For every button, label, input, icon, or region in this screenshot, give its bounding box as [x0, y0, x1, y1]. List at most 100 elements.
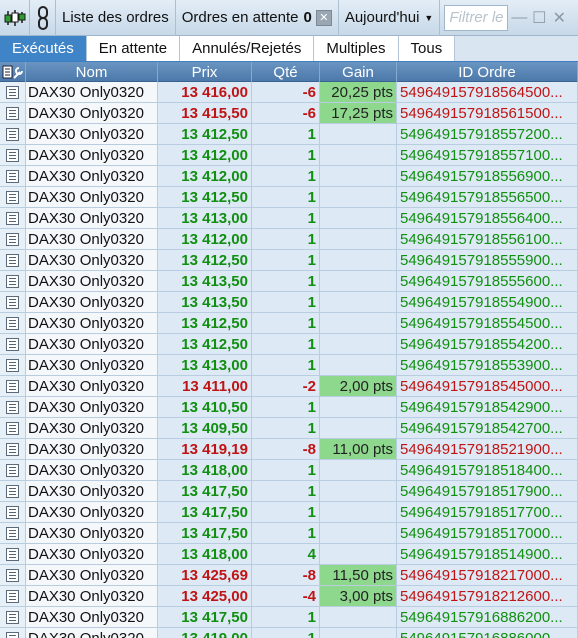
column-settings-icon[interactable]	[0, 62, 26, 82]
order-name: DAX30 Only0320	[26, 439, 158, 459]
order-price: 13 412,00	[158, 145, 252, 165]
order-detail-icon[interactable]	[0, 523, 26, 543]
table-row[interactable]: DAX30 Only0320 13 425,00 -4 3,00 pts 5496491…	[0, 586, 578, 607]
order-gain	[320, 145, 397, 165]
order-price: 13 413,50	[158, 292, 252, 312]
table-row[interactable]: DAX30 Only0320 13 412,50 1 5496491579185542…	[0, 334, 578, 355]
order-detail-icon[interactable]	[0, 376, 26, 396]
order-detail-icon[interactable]	[0, 397, 26, 417]
order-detail-icon[interactable]	[0, 229, 26, 249]
order-detail-icon[interactable]	[0, 292, 26, 312]
table-row[interactable]: DAX30 Only0320 13 417,50 1 5496491579168862…	[0, 607, 578, 628]
table-row[interactable]: DAX30 Only0320 13 425,69 -8 11,50 pts 549649…	[0, 565, 578, 586]
close-icon[interactable]: ✕	[315, 9, 332, 26]
order-detail-icon[interactable]	[0, 103, 26, 123]
order-quantity: 1	[252, 460, 320, 480]
order-detail-icon[interactable]	[0, 166, 26, 186]
order-detail-icon[interactable]	[0, 271, 26, 291]
period-dropdown[interactable]: Aujourd'hui ▼	[339, 0, 441, 36]
table-row[interactable]: DAX30 Only0320 13 419,19 -8 11,00 pts 549649…	[0, 439, 578, 460]
order-detail-icon[interactable]	[0, 460, 26, 480]
order-detail-icon[interactable]	[0, 82, 26, 102]
link-icon[interactable]	[30, 0, 56, 36]
column-header-quantity[interactable]: Qté	[252, 62, 320, 82]
table-row[interactable]: DAX30 Only0320 13 413,00 1 5496491579185564…	[0, 208, 578, 229]
order-detail-icon[interactable]	[0, 502, 26, 522]
tab-multiple[interactable]: Multiples	[314, 36, 399, 61]
order-detail-icon[interactable]	[0, 481, 26, 501]
order-gain: 11,00 pts	[320, 439, 397, 459]
order-detail-icon[interactable]	[0, 544, 26, 564]
order-gain	[320, 544, 397, 564]
table-row[interactable]: DAX30 Only0320 13 416,00 -6 20,25 pts 549649…	[0, 82, 578, 103]
table-row[interactable]: DAX30 Only0320 13 412,50 1 5496491579185572…	[0, 124, 578, 145]
order-id: 549649157918556900...	[397, 166, 578, 186]
tab-bar-fill	[455, 36, 578, 61]
order-detail-icon[interactable]	[0, 565, 26, 585]
order-detail-icon[interactable]	[0, 145, 26, 165]
order-gain	[320, 124, 397, 144]
maximize-icon[interactable]: ☐	[530, 9, 548, 27]
table-row[interactable]: DAX30 Only0320 13 409,50 1 5496491579185427…	[0, 418, 578, 439]
order-detail-icon[interactable]	[0, 187, 26, 207]
order-detail-icon[interactable]	[0, 313, 26, 333]
table-row[interactable]: DAX30 Only0320 13 412,00 1 5496491579185561…	[0, 229, 578, 250]
order-list-button[interactable]: Liste des ordres	[56, 0, 176, 36]
tab-all[interactable]: Tous	[398, 36, 456, 61]
order-status-tabs: Exécutés En attente Annulés/Rejetés Mult…	[0, 36, 578, 62]
order-name: DAX30 Only0320	[26, 376, 158, 396]
table-row[interactable]: DAX30 Only0320 13 412,00 1 5496491579185569…	[0, 166, 578, 187]
order-quantity: 1	[252, 628, 320, 638]
order-id: 549649157918561500...	[397, 103, 578, 123]
column-header-gain[interactable]: Gain	[320, 62, 397, 82]
table-row[interactable]: DAX30 Only0320 13 418,00 1 5496491579185184…	[0, 460, 578, 481]
order-detail-icon[interactable]	[0, 439, 26, 459]
table-row[interactable]: DAX30 Only0320 13 412,50 1 5496491579185565…	[0, 187, 578, 208]
tab-pending[interactable]: En attente	[86, 36, 181, 61]
order-gain	[320, 607, 397, 627]
chart-icon[interactable]	[0, 0, 30, 36]
table-row[interactable]: DAX30 Only0320 13 413,00 1 5496491579185539…	[0, 355, 578, 376]
order-price: 13 416,00	[158, 82, 252, 102]
filter-input[interactable]	[444, 4, 509, 31]
column-header-price[interactable]: Prix	[158, 62, 252, 82]
table-row[interactable]: DAX30 Only0320 13 417,50 1 5496491579185179…	[0, 481, 578, 502]
document-icon	[6, 148, 19, 162]
order-detail-icon[interactable]	[0, 124, 26, 144]
order-id: 549649157918556500...	[397, 187, 578, 207]
table-row[interactable]: DAX30 Only0320 13 411,00 -2 2,00 pts 5496491…	[0, 376, 578, 397]
window-close-icon[interactable]: ✕	[550, 9, 568, 27]
table-row[interactable]: DAX30 Only0320 13 418,00 4 5496491579185149…	[0, 544, 578, 565]
order-id: 549649157916886000...	[397, 628, 578, 638]
order-detail-icon[interactable]	[0, 208, 26, 228]
order-detail-icon[interactable]	[0, 607, 26, 627]
pending-orders-button[interactable]: Ordres en attente 0 ✕	[176, 0, 339, 36]
document-icon	[6, 547, 19, 561]
order-detail-icon[interactable]	[0, 355, 26, 375]
document-icon	[6, 463, 19, 477]
column-header-name[interactable]: Nom	[26, 62, 158, 82]
table-row[interactable]: DAX30 Only0320 13 410,50 1 5496491579185429…	[0, 397, 578, 418]
table-row[interactable]: DAX30 Only0320 13 413,50 1 5496491579185549…	[0, 292, 578, 313]
order-detail-icon[interactable]	[0, 250, 26, 270]
tab-cancelled-rejected[interactable]: Annulés/Rejetés	[180, 36, 315, 61]
order-detail-icon[interactable]	[0, 586, 26, 606]
table-row[interactable]: DAX30 Only0320 13 419,00 1 5496491579168860…	[0, 628, 578, 638]
order-detail-icon[interactable]	[0, 628, 26, 638]
table-row[interactable]: DAX30 Only0320 13 412,50 1 5496491579185559…	[0, 250, 578, 271]
table-row[interactable]: DAX30 Only0320 13 412,00 1 5496491579185571…	[0, 145, 578, 166]
tab-executed[interactable]: Exécutés	[0, 36, 87, 61]
order-name: DAX30 Only0320	[26, 544, 158, 564]
order-quantity: -2	[252, 376, 320, 396]
table-row[interactable]: DAX30 Only0320 13 417,50 1 5496491579185170…	[0, 523, 578, 544]
document-icon	[6, 274, 19, 288]
minimize-icon[interactable]: —	[510, 9, 528, 27]
column-header-order-id[interactable]: ID Ordre	[397, 62, 578, 82]
table-row[interactable]: DAX30 Only0320 13 415,50 -6 17,25 pts 549649…	[0, 103, 578, 124]
order-name: DAX30 Only0320	[26, 523, 158, 543]
order-detail-icon[interactable]	[0, 418, 26, 438]
order-detail-icon[interactable]	[0, 334, 26, 354]
table-row[interactable]: DAX30 Only0320 13 412,50 1 5496491579185545…	[0, 313, 578, 334]
table-row[interactable]: DAX30 Only0320 13 413,50 1 5496491579185556…	[0, 271, 578, 292]
table-row[interactable]: DAX30 Only0320 13 417,50 1 5496491579185177…	[0, 502, 578, 523]
